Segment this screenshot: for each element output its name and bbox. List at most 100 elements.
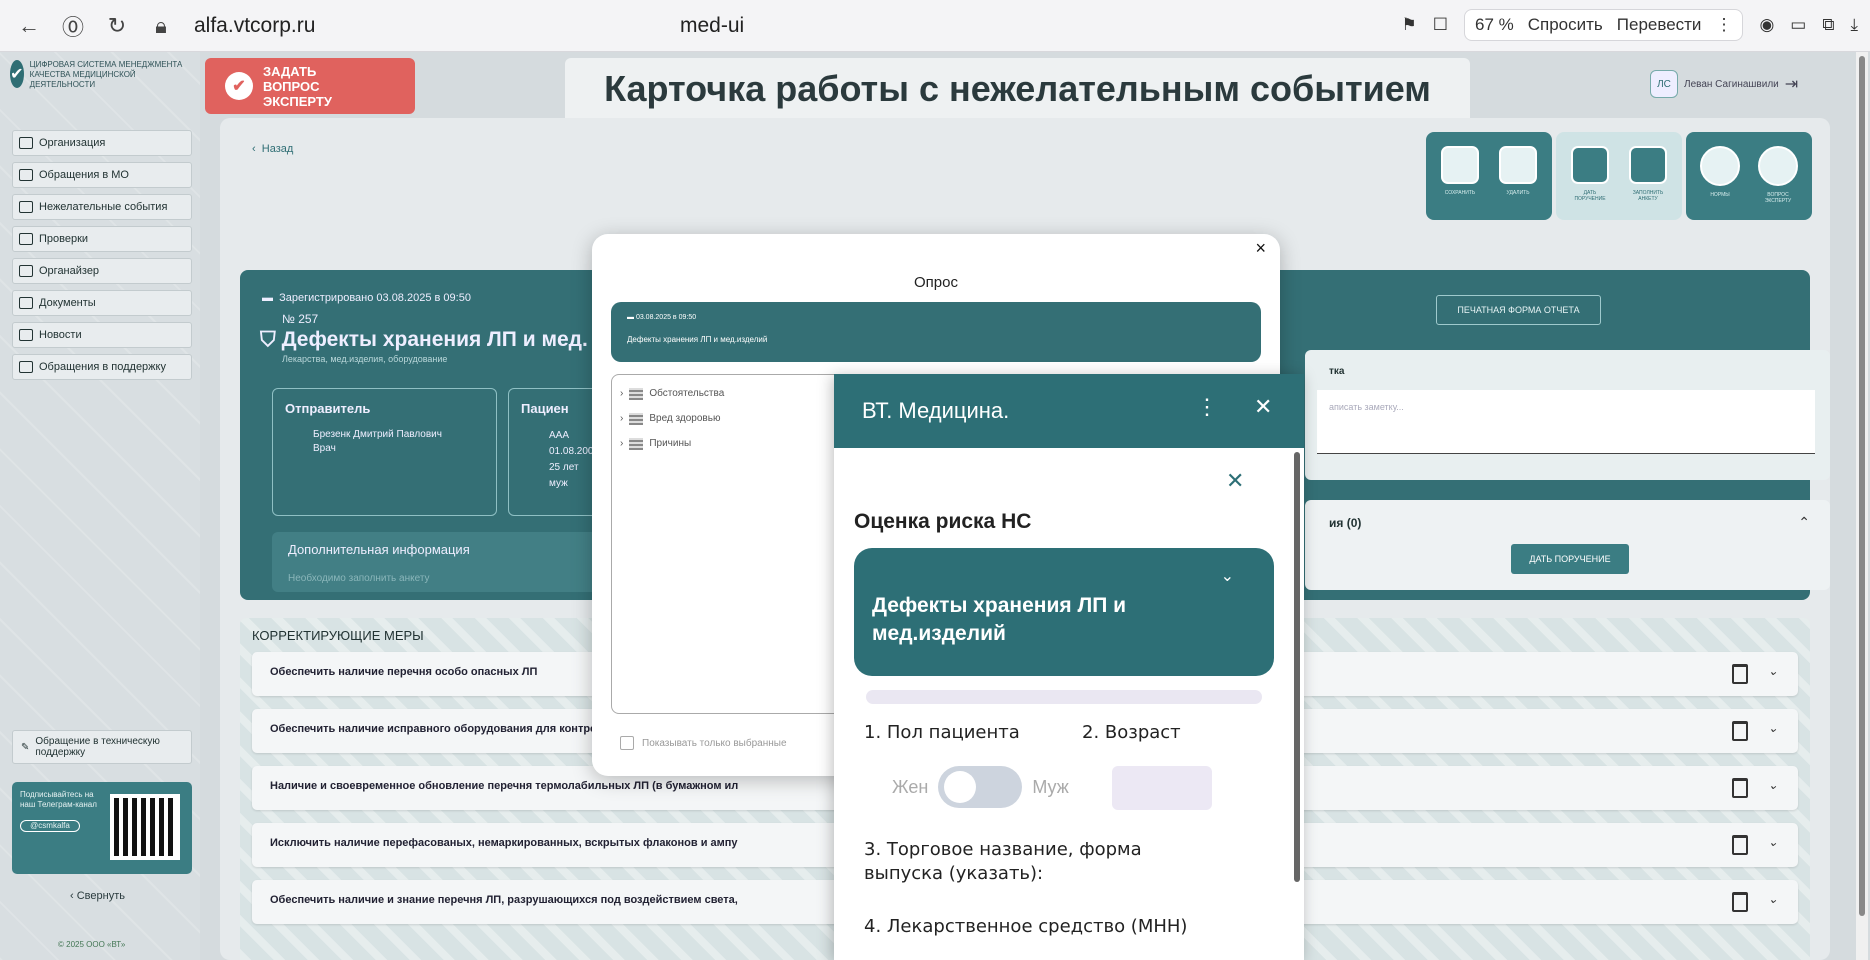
sidebar-item-adverse-events[interactable]: Нежелательные события (12, 194, 192, 220)
scales-icon (1700, 146, 1740, 186)
trash-icon[interactable] (1732, 664, 1748, 684)
ask-button[interactable]: Спросить (1528, 15, 1603, 35)
delete-icon (1499, 146, 1537, 184)
patient-dob: 01.08.200 (549, 446, 594, 457)
sex-toggle[interactable]: Жен Муж (892, 766, 1069, 808)
delete-button[interactable]: УДАЛИТЬ (1496, 146, 1540, 206)
send-icon (1571, 146, 1609, 184)
more-icon[interactable]: ⋮ (1715, 15, 1732, 35)
chevron-down-icon[interactable]: ⌄ (1221, 566, 1234, 586)
more-vert-icon[interactable]: ⋮ (1196, 394, 1218, 420)
expert-question-label: ВОПРОС ЭКСПЕРТУ (1764, 192, 1792, 204)
address-bar[interactable]: alfa.vtcorp.ru (194, 14, 315, 38)
close-icon[interactable]: × (1255, 238, 1266, 259)
tree-node-label: Вред здоровью (649, 413, 721, 424)
chevron-down-icon[interactable]: ⌄ (1768, 721, 1778, 735)
translate-button[interactable]: Перевести (1617, 15, 1702, 35)
save-button[interactable]: СОХРАНИТЬ (1438, 146, 1482, 206)
zoom-level[interactable]: 67 % (1475, 15, 1514, 35)
reload-icon[interactable]: ↻ (102, 11, 132, 41)
reader-icon[interactable]: ⚑ (1401, 15, 1416, 35)
sidebar-item-organization[interactable]: Организация (12, 130, 192, 156)
sidebar-item-news[interactable]: Новости (12, 322, 192, 348)
chevron-up-icon[interactable]: ⌃ (1798, 514, 1810, 531)
building-icon (19, 137, 33, 149)
toggle-switch[interactable] (938, 766, 1023, 808)
expert-question-button[interactable]: ВОПРОС ЭКСПЕРТУ (1756, 146, 1800, 206)
sidebar-item-appeals[interactable]: Обращения в МО (12, 162, 192, 188)
checkbox[interactable] (620, 736, 634, 750)
toolbar-group-tasks: ДАТЬ ПОРУЧЕНИЕ ЗАПОЛНИТЬ АНКЕТУ (1556, 132, 1682, 220)
ask-expert-button[interactable]: ✔ ЗАДАТЬ ВОПРОС ЭКСПЕРТУ (205, 58, 415, 114)
channel-badge[interactable]: @csmkalfa (20, 820, 80, 832)
avatar: ЛС (1650, 70, 1678, 98)
heart-icon (19, 361, 33, 373)
telegram-card[interactable]: Подписывайтесь на наш Телеграм-канал @cs… (12, 782, 192, 874)
logo[interactable]: ✔ ЦИФРОВАЯ СИСТЕМА МЕНЕДЖМЕНТА КАЧЕСТВА … (10, 60, 190, 90)
trash-icon[interactable] (1732, 721, 1748, 741)
fill-form-button[interactable]: ЗАПОЛНИТЬ АНКЕТУ (1626, 146, 1670, 206)
patient-age: 25 лет (549, 462, 579, 473)
logout-icon[interactable]: ⇥ (1785, 74, 1798, 94)
sender-name: Брезенк Дмитрий Павлович (313, 429, 442, 440)
download-icon[interactable]: ⤓ (1850, 15, 1858, 35)
sidebar-item-label: Проверки (39, 233, 89, 245)
collapse-button[interactable]: ‹ Свернуть (70, 890, 125, 902)
sidebar-item-label: Организация (39, 137, 106, 149)
trash-icon[interactable] (1732, 892, 1748, 912)
note-input[interactable]: аписать заметку... (1317, 390, 1815, 454)
sender-role: Врач (313, 443, 336, 454)
chevron-down-icon[interactable]: ⌄ (1768, 778, 1778, 792)
alert-icon (19, 201, 33, 213)
sidebar-item-support-requests[interactable]: Обращения в поддержку (12, 354, 192, 380)
trash-icon[interactable] (1732, 835, 1748, 855)
page-scrollbar[interactable] (1856, 52, 1868, 960)
measure-text: Обеспечить наличие и знание перечня ЛП, … (270, 894, 738, 906)
sidebar-item-documents[interactable]: Документы (12, 290, 192, 316)
collapse-label: Свернуть (76, 890, 125, 902)
extension-icon[interactable]: ◉ (1759, 15, 1774, 35)
category-title: Дефекты хранения ЛП и мед.изделий (872, 594, 1127, 645)
chevron-down-icon[interactable]: ⌄ (1768, 835, 1778, 849)
trash-icon[interactable] (1732, 778, 1748, 798)
close-icon[interactable]: ✕ (1226, 468, 1244, 494)
save-label: СОХРАНИТЬ (1444, 190, 1476, 196)
event-subtitle: Лекарства, мед.изделия, оборудование (282, 354, 448, 364)
sidebar-nav: Организация Обращения в МО Нежелательные… (12, 130, 192, 386)
chevron-down-icon[interactable]: ⌄ (1768, 892, 1778, 906)
check-icon: ✔ (225, 72, 253, 100)
tech-support-button[interactable]: ✎ Обращение в техническую поддержку (12, 730, 192, 764)
sex-female-label: Жен (892, 776, 929, 797)
widget-title: ВТ. Медицина. (862, 398, 1010, 423)
bookmark-icon[interactable]: ☐ (1433, 15, 1448, 35)
show-selected-toggle[interactable]: Показывать только выбранные (620, 736, 787, 750)
survey-event-title: Дефекты хранения ЛП и мед.изделий (627, 335, 768, 344)
user-menu[interactable]: ЛС Леван Сагинашвили ⇥ (1650, 70, 1798, 98)
scrollbar[interactable] (1294, 452, 1300, 882)
chevron-down-icon[interactable]: ⌄ (1768, 664, 1778, 678)
age-input[interactable] (1112, 766, 1212, 810)
toolbar-group-edit: СОХРАНИТЬ УДАЛИТЬ (1426, 132, 1552, 220)
check-circle-icon (1758, 146, 1798, 186)
widget-body: ✕ Оценка риска НС ⌄ Дефекты хранения ЛП … (834, 448, 1304, 960)
delete-label: УДАЛИТЬ (1506, 190, 1530, 196)
yandex-icon[interactable]: ⓪ (58, 11, 88, 41)
extensions-icon[interactable]: ⧉ (1822, 15, 1834, 35)
sidebar-item-organizer[interactable]: Органайзер (12, 258, 192, 284)
assign-task-button[interactable]: ДАТЬ ПОРУЧЕНИЕ (1568, 146, 1612, 206)
sidebar-item-inspections[interactable]: Проверки (12, 226, 192, 252)
additional-info[interactable]: Дополнительная информация Необходимо зап… (272, 532, 612, 592)
scrollbar-thumb[interactable] (1859, 56, 1865, 916)
norms-button[interactable]: НОРМЫ (1698, 146, 1742, 206)
assign-task-inline-button[interactable]: ДАТЬ ПОРУЧЕНИЕ (1511, 544, 1629, 574)
question-inn: 4. Лекарственное средство (МНН) (864, 916, 1188, 937)
print-report-button[interactable]: ПЕЧАТНАЯ ФОРМА ОТЧЕТА (1436, 295, 1601, 325)
event-title-text: Дефекты хранения ЛП и мед. (281, 328, 588, 351)
measure-text: Исключить наличие перефасованых, немарки… (270, 837, 738, 849)
category-card[interactable]: ⌄ Дефекты хранения ЛП и мед.изделий (854, 548, 1274, 676)
close-icon[interactable]: ✕ (1254, 394, 1272, 420)
back-arrow-icon[interactable]: ← (14, 11, 44, 41)
survey-date-text: 03.08.2025 в 09:50 (635, 314, 697, 321)
back-link[interactable]: ‹ Назад (252, 143, 293, 155)
save-icon (1441, 146, 1479, 184)
